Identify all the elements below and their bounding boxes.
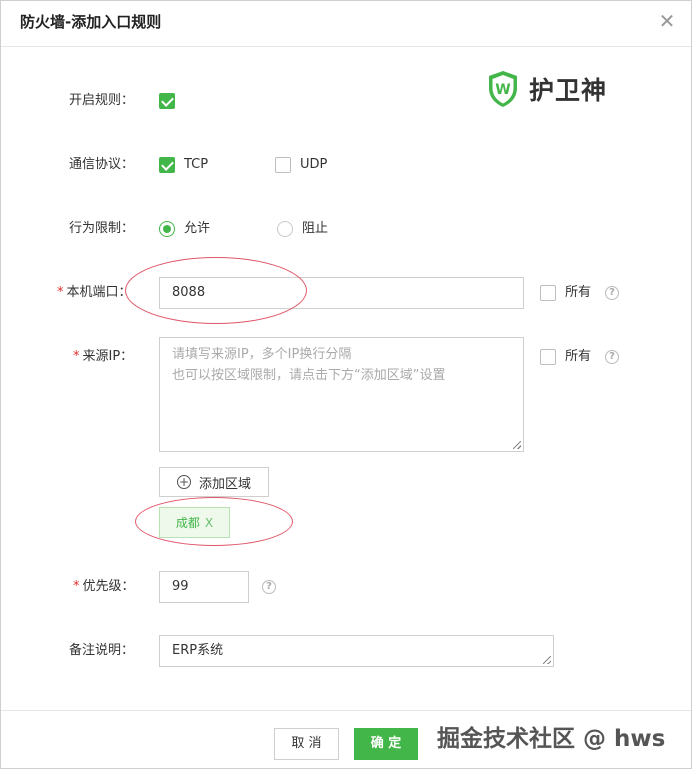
protocol-label: 通信协议： <box>69 157 135 172</box>
remark-input[interactable]: ERP系统 <box>159 635 554 667</box>
required-mark: * <box>73 579 80 594</box>
resize-grip-icon[interactable] <box>543 656 551 664</box>
source-ip-label-row: * 来源IP： <box>73 348 133 366</box>
required-mark: * <box>57 285 64 300</box>
source-ip-all-checkbox[interactable] <box>540 349 556 365</box>
block-label: 阻止 <box>302 221 329 236</box>
brand-logo: W 护卫神 <box>487 69 607 109</box>
watermark: 掘金技术社区 @ hws <box>437 726 666 752</box>
remark-value: ERP系统 <box>172 643 224 658</box>
udp-label: UDP <box>300 157 328 172</box>
enable-rule-label: 开启规则： <box>69 93 135 108</box>
firewall-rule-dialog: 防火墙-添加入口规则 ✕ W 护卫神 开启规则： 通信协议： TCP UDP 行… <box>0 0 692 769</box>
local-port-help-icon[interactable]: ? <box>605 286 619 300</box>
local-port-label-row: * 本机端口： <box>57 284 132 302</box>
tcp-label: TCP <box>184 157 209 172</box>
add-region-button[interactable]: + 添加区域 <box>159 467 269 497</box>
brand-name: 护卫神 <box>529 76 608 105</box>
action-label: 行为限制： <box>69 221 135 236</box>
source-ip-placeholder-line2: 也可以按区域限制，请点击下方“添加区域”设置 <box>172 368 446 383</box>
close-icon[interactable]: ✕ <box>656 10 678 32</box>
shield-logo-icon: W <box>489 71 517 107</box>
annotation-circle-region <box>135 497 293 546</box>
local-port-all-checkbox[interactable] <box>540 285 556 301</box>
udp-checkbox[interactable] <box>275 157 291 173</box>
priority-label: 优先级： <box>82 579 135 594</box>
resize-grip-icon[interactable] <box>513 441 521 449</box>
enable-rule-checkbox[interactable] <box>159 93 175 109</box>
dialog-title: 防火墙-添加入口规则 <box>20 13 162 31</box>
allow-label: 允许 <box>184 221 211 236</box>
priority-input[interactable]: 99 <box>159 571 249 603</box>
cancel-button[interactable]: 取 消 <box>274 728 339 760</box>
remark-label: 备注说明： <box>69 643 135 658</box>
ok-button[interactable]: 确 定 <box>354 728 418 760</box>
source-ip-all-label: 所有 <box>565 349 592 364</box>
logo-letter: W <box>495 82 510 98</box>
priority-help-icon[interactable]: ? <box>262 580 276 594</box>
dialog-header: 防火墙-添加入口规则 ✕ <box>1 1 691 47</box>
source-ip-textarea[interactable]: 请填写来源IP，多个IP换行分隔 也可以按区域限制，请点击下方“添加区域”设置 <box>159 337 524 452</box>
block-radio[interactable] <box>277 221 293 237</box>
allow-radio[interactable] <box>159 221 175 237</box>
local-port-label: 本机端口： <box>66 285 132 300</box>
source-ip-help-icon[interactable]: ? <box>605 350 619 364</box>
priority-label-row: * 优先级： <box>73 578 135 596</box>
local-port-all-label: 所有 <box>565 285 592 300</box>
plus-circle-icon: + <box>176 475 191 489</box>
source-ip-label: 来源IP： <box>82 349 134 364</box>
annotation-circle-port <box>125 257 307 324</box>
source-ip-placeholder-line1: 请填写来源IP，多个IP换行分隔 <box>172 347 352 362</box>
add-region-label: 添加区域 <box>198 476 251 492</box>
required-mark: * <box>73 349 80 364</box>
tcp-checkbox[interactable] <box>159 157 175 173</box>
